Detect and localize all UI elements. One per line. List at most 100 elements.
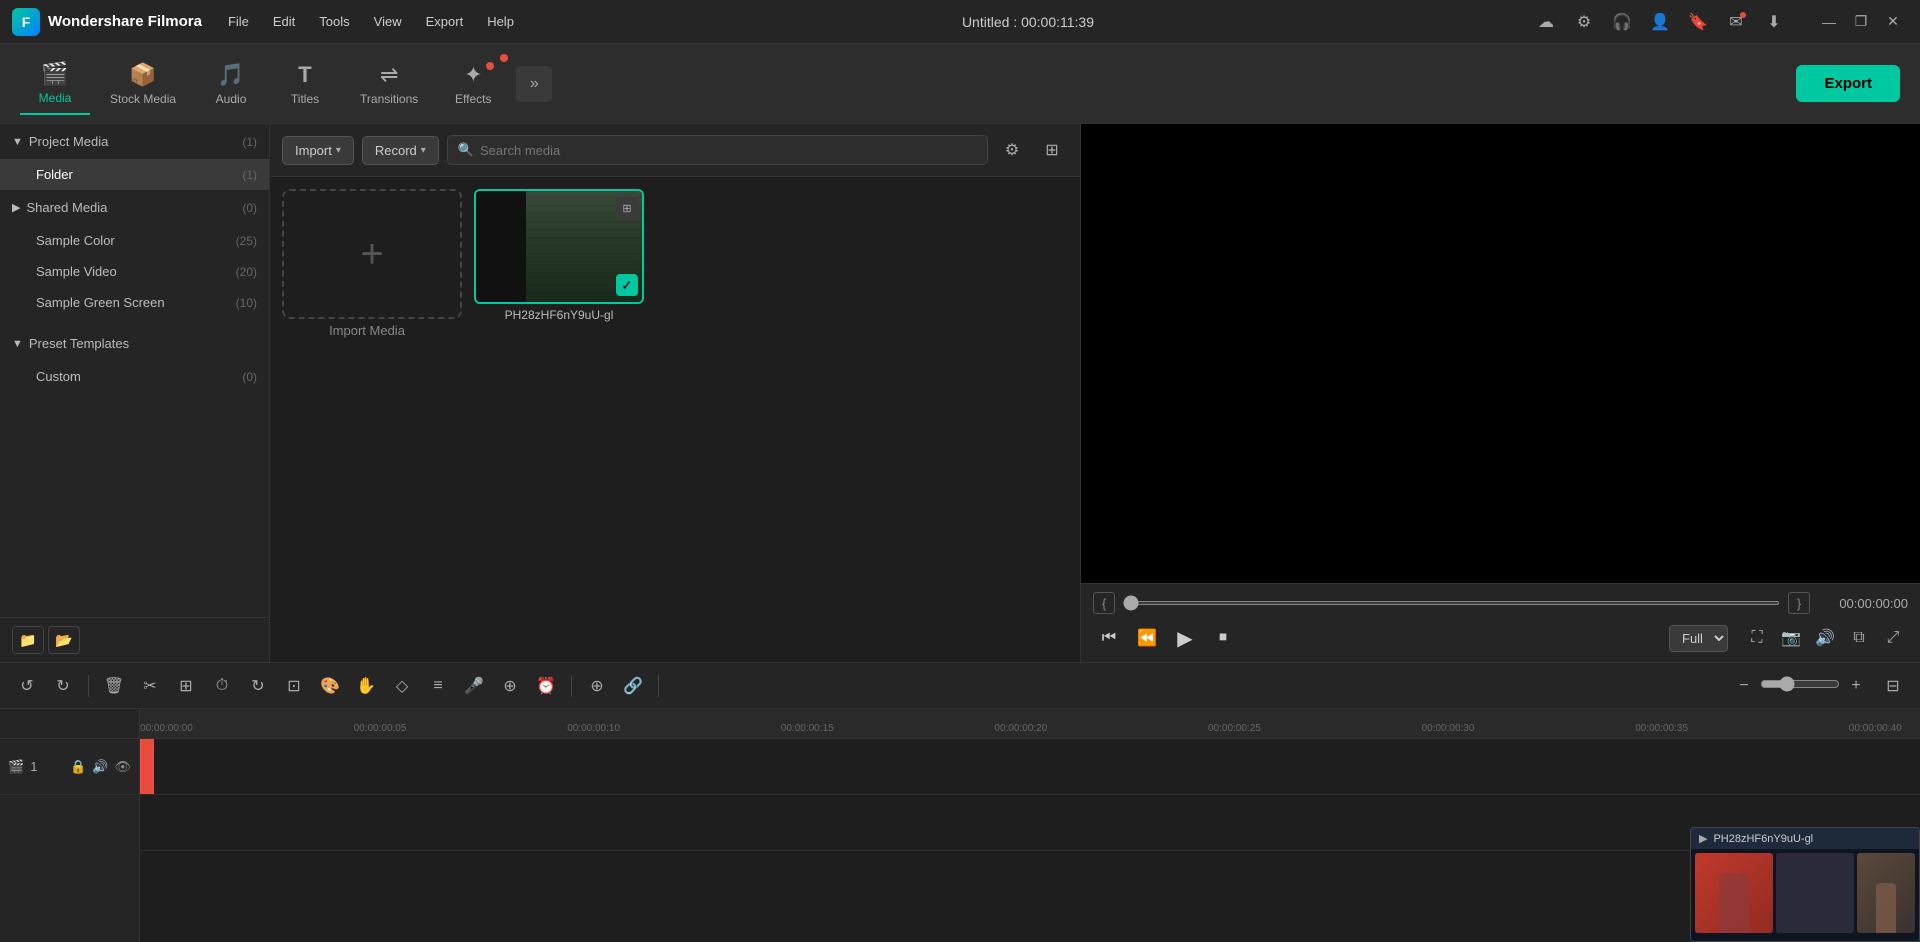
check-badge: ✓: [616, 274, 638, 296]
media-toolbar: Import ▾ Record ▾ 🔍 ⚙ ⊞: [270, 124, 1080, 177]
snapshot-icon[interactable]: 📷: [1776, 623, 1806, 653]
custom-label: Custom: [36, 369, 242, 384]
mark-out-button[interactable]: }: [1788, 592, 1810, 614]
track-video-icon: 🎬: [8, 759, 24, 775]
track-label-row: 🎬 1 🔒 🔊 👁: [0, 739, 139, 795]
menu-view[interactable]: View: [364, 10, 412, 33]
titles-icon: T: [298, 62, 311, 88]
quality-select[interactable]: Full 1/2 1/4 1/8: [1669, 625, 1728, 652]
track-audio-icon[interactable]: 🔊: [92, 759, 108, 775]
ruler-tick-0: 00:00:00:00: [140, 723, 193, 734]
search-input[interactable]: [480, 143, 977, 158]
tool-stock-media[interactable]: 📦 Stock Media: [94, 54, 192, 114]
media-icon: 🎬: [41, 61, 68, 87]
menu-edit[interactable]: Edit: [263, 10, 305, 33]
import-button[interactable]: Import ▾: [282, 136, 354, 165]
ruler-tick-25: 00:00:00:25: [1208, 723, 1261, 734]
sidebar-section-shared-media[interactable]: ▶ Shared Media (0): [0, 190, 269, 225]
mail-icon[interactable]: ✉: [1722, 8, 1750, 36]
sidebar-item-folder[interactable]: Folder (1): [0, 159, 269, 190]
stop-button[interactable]: ⏹: [1207, 622, 1239, 654]
zoom-out-button[interactable]: −: [1732, 674, 1756, 698]
timer-button[interactable]: ⏱: [207, 671, 237, 701]
add-track-button[interactable]: ⊕: [582, 671, 612, 701]
close-button[interactable]: ✕: [1878, 10, 1908, 34]
more-tools-button[interactable]: »: [516, 66, 552, 102]
fullscreen-icon[interactable]: ⛶: [1742, 623, 1772, 653]
audio-btn[interactable]: 🎤: [459, 671, 489, 701]
mini-strip-header: ▶ PH28zHF6nY9uU-gl: [1691, 828, 1919, 849]
mix-button[interactable]: ⊕: [495, 671, 525, 701]
sidebar-section-project-media[interactable]: ▼ Project Media (1): [0, 124, 269, 159]
keyframe-button[interactable]: ◇: [387, 671, 417, 701]
crop-icon[interactable]: ⤢: [1878, 623, 1908, 653]
volume-icon[interactable]: 🔊: [1810, 623, 1840, 653]
delete-button[interactable]: 🗑: [99, 671, 129, 701]
track-lock-icon[interactable]: 🔒: [70, 759, 86, 775]
skip-back-button[interactable]: ⏮: [1093, 622, 1125, 654]
zoom-in-button[interactable]: +: [1844, 674, 1868, 698]
crop-tool-button[interactable]: ⊞: [171, 671, 201, 701]
add-item-button[interactable]: 📂: [48, 626, 80, 654]
redo-button[interactable]: ↻: [48, 671, 78, 701]
track-visibility-icon[interactable]: 👁: [114, 759, 131, 775]
timer2-button[interactable]: ⏰: [531, 671, 561, 701]
link-button[interactable]: 🔗: [618, 671, 648, 701]
tool-titles[interactable]: T Titles: [270, 54, 340, 114]
sidebar-item-sample-green-screen[interactable]: Sample Green Screen (10): [0, 287, 269, 318]
sidebar-item-sample-video[interactable]: Sample Video (20): [0, 256, 269, 287]
restore-button[interactable]: ❐: [1846, 10, 1876, 34]
cloud-icon[interactable]: ☁: [1532, 8, 1560, 36]
sidebar-item-custom[interactable]: Custom (0): [0, 361, 269, 392]
import-label: Import: [295, 143, 332, 158]
import-area[interactable]: +: [282, 189, 462, 319]
pan-button[interactable]: ✋: [351, 671, 381, 701]
folder-label: Folder: [36, 167, 242, 182]
download-icon[interactable]: ⬇: [1760, 8, 1788, 36]
preview-panel: { } 00:00:00:00 ⏮ ⏪ ▶ ⏹ Full 1/2 1/4 1/8…: [1080, 124, 1920, 662]
media-thumbnail[interactable]: ⊞ ✓: [474, 189, 644, 304]
undo-button[interactable]: ↺: [12, 671, 42, 701]
menu-file[interactable]: File: [218, 10, 259, 33]
record-button[interactable]: Record ▾: [362, 136, 439, 165]
effects-notif-dot: [486, 62, 494, 70]
export-button[interactable]: Export: [1796, 65, 1900, 102]
settings-icon[interactable]: ⚙: [1570, 8, 1598, 36]
cut-button[interactable]: ✂: [135, 671, 165, 701]
transform-button[interactable]: ⊡: [279, 671, 309, 701]
pip-icon[interactable]: ⧉: [1844, 623, 1874, 653]
profile-icon[interactable]: 👤: [1646, 8, 1674, 36]
sidebar-section-preset-templates[interactable]: ▼ Preset Templates: [0, 326, 269, 361]
tool-transitions[interactable]: ⇌ Transitions: [344, 54, 434, 114]
filter-icon[interactable]: ⚙: [996, 134, 1028, 166]
color-button[interactable]: 🎨: [315, 671, 345, 701]
menu-tools[interactable]: Tools: [309, 10, 359, 33]
play-button[interactable]: ▶: [1169, 622, 1201, 654]
tool-effects[interactable]: ✦ Effects: [438, 54, 508, 114]
equalizer-button[interactable]: ≡: [423, 671, 453, 701]
menu-bar: File Edit Tools View Export Help: [218, 10, 524, 33]
tool-audio[interactable]: 🎵 Audio: [196, 54, 266, 114]
tool-media[interactable]: 🎬 Media: [20, 53, 90, 115]
sample-video-label: Sample Video: [36, 264, 236, 279]
grid-icon: ⊞: [616, 197, 638, 219]
headset-icon[interactable]: 🎧: [1608, 8, 1636, 36]
track-row-1: [140, 739, 1920, 795]
view-mode-icon[interactable]: ⊞: [1036, 134, 1068, 166]
new-folder-button[interactable]: 📁: [12, 626, 44, 654]
fit-timeline-button[interactable]: ⊟: [1878, 671, 1908, 701]
playhead[interactable]: [140, 739, 142, 794]
menu-help[interactable]: Help: [477, 10, 524, 33]
menu-export[interactable]: Export: [416, 10, 474, 33]
sidebar-item-sample-color[interactable]: Sample Color (25): [0, 225, 269, 256]
playback-slider[interactable]: [1123, 601, 1780, 605]
step-back-button[interactable]: ⏪: [1131, 622, 1163, 654]
mark-in-button[interactable]: {: [1093, 592, 1115, 614]
app-logo: F Wondershare Filmora: [12, 8, 202, 36]
zoom-slider[interactable]: [1760, 676, 1840, 692]
custom-count: (0): [242, 370, 257, 384]
minimize-button[interactable]: —: [1814, 10, 1844, 34]
rotate-button[interactable]: ↻: [243, 671, 273, 701]
bookmark-icon[interactable]: 🔖: [1684, 8, 1712, 36]
preset-templates-arrow: ▼: [12, 338, 23, 350]
